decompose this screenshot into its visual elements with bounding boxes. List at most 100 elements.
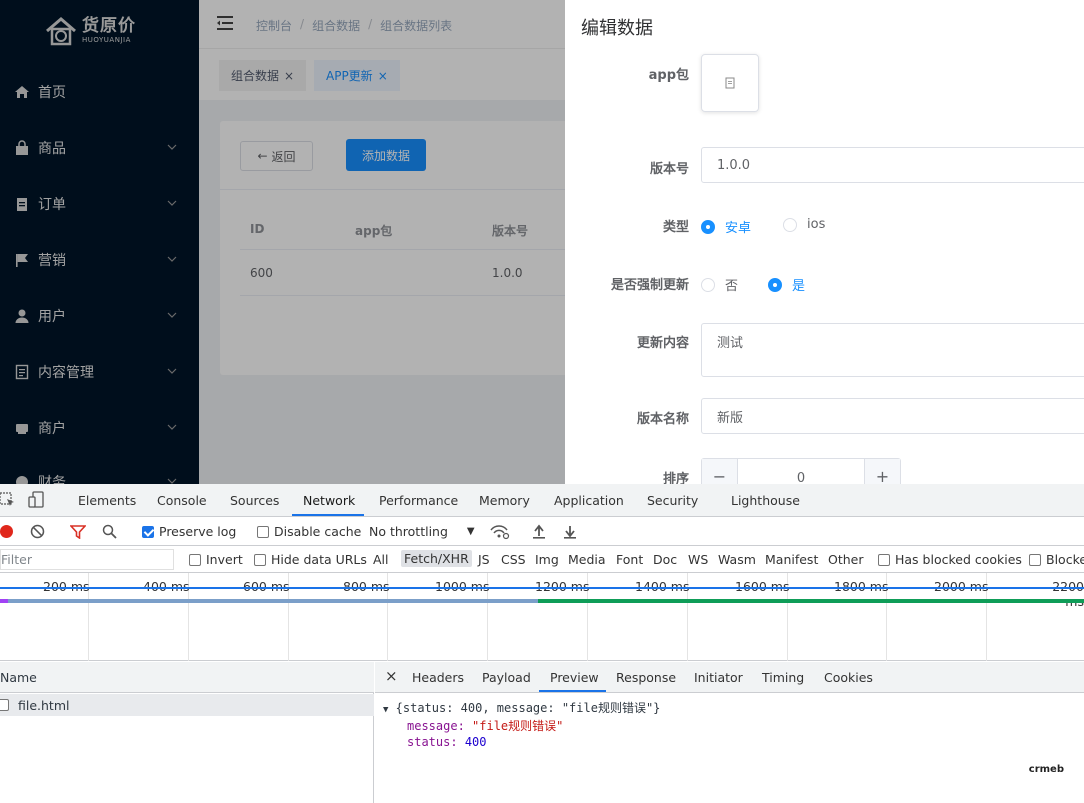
- inspect-element-icon[interactable]: [0, 492, 16, 508]
- radio-dot: [701, 219, 715, 234]
- timeline-bar-stalled: [0, 599, 8, 603]
- tab-lighthouse[interactable]: Lighthouse: [731, 493, 800, 508]
- checkbox-unchecked: [257, 525, 269, 538]
- version-input[interactable]: 1.0.0: [701, 147, 1084, 183]
- blocked-cookies-checkbox[interactable]: Has blocked cookies: [878, 552, 1022, 567]
- devtools-tabbar: Elements Console Sources Network Perform…: [0, 484, 1084, 517]
- timeline-bar-download: [538, 599, 1084, 603]
- disable-cache-checkbox[interactable]: Disable cache: [257, 524, 361, 539]
- json-property-status: status: 400: [407, 735, 487, 749]
- json-summary: {status: 400, message: "file规则错误"}: [395, 701, 661, 715]
- request-detail: × Headers Payload Preview Response Initi…: [375, 662, 1084, 803]
- filter-type-other[interactable]: Other: [828, 552, 864, 567]
- timeline-bar-waiting: [8, 599, 538, 603]
- increment-button[interactable]: +: [864, 459, 900, 484]
- json-preview-root[interactable]: ▼ {status: 400, message: "file规则错误"}: [383, 699, 660, 716]
- filter-input[interactable]: Filter: [0, 549, 174, 570]
- throttling-select[interactable]: No throttling ▼: [369, 524, 475, 539]
- filter-type-js[interactable]: JS: [478, 552, 490, 567]
- update-content-textarea[interactable]: 测试: [701, 323, 1084, 377]
- tab-preview[interactable]: Preview: [550, 670, 599, 685]
- tab-headers[interactable]: Headers: [412, 670, 464, 685]
- timeline-label: 2200 ms: [1034, 579, 1084, 609]
- checkbox-unchecked: [254, 553, 266, 566]
- field-label-app-package: app包: [648, 68, 689, 83]
- preserve-log-checkbox[interactable]: Preserve log: [142, 524, 236, 539]
- filter-icon[interactable]: [70, 525, 86, 539]
- filter-type-font[interactable]: Font: [616, 552, 643, 567]
- radio-force-yes[interactable]: 是: [768, 275, 805, 294]
- clear-icon[interactable]: [30, 524, 45, 539]
- filter-type-media[interactable]: Media: [568, 552, 606, 567]
- checkbox-unchecked: [189, 553, 201, 566]
- network-conditions-icon[interactable]: [490, 524, 510, 540]
- crmeb-watermark: crmeb: [1028, 764, 1064, 775]
- field-label-version: 版本号: [649, 162, 689, 177]
- checkbox-unchecked: [1029, 553, 1041, 566]
- tab-elements[interactable]: Elements: [78, 493, 136, 508]
- close-icon[interactable]: ×: [385, 667, 398, 685]
- json-property-message: message: "file规则错误": [407, 719, 564, 733]
- network-toolbar: Preserve log Disable cache No throttling…: [0, 517, 1084, 546]
- file-icon: [0, 699, 9, 711]
- invert-checkbox[interactable]: Invert: [189, 552, 243, 567]
- tab-security[interactable]: Security: [647, 493, 698, 508]
- field-label-version-name: 版本名称: [636, 412, 689, 427]
- tab-performance[interactable]: Performance: [379, 493, 458, 508]
- filter-type-wasm[interactable]: Wasm: [718, 552, 756, 567]
- active-tab-indicator: [539, 690, 606, 692]
- request-list: Name file.html: [0, 662, 374, 803]
- blocked-requests-checkbox[interactable]: Blocke: [1029, 552, 1084, 567]
- filter-type-all[interactable]: All: [373, 552, 389, 567]
- radio-dot: [701, 277, 715, 292]
- upload-icon[interactable]: [532, 524, 546, 539]
- version-name-input[interactable]: 新版: [701, 398, 1084, 434]
- tab-application[interactable]: Application: [554, 493, 624, 508]
- app-package-upload[interactable]: [701, 54, 759, 112]
- field-label-force-update: 是否强制更新: [610, 278, 689, 293]
- download-icon[interactable]: [563, 524, 577, 539]
- detail-tabbar: × Headers Payload Preview Response Initi…: [375, 662, 1084, 693]
- tab-initiator[interactable]: Initiator: [694, 670, 743, 685]
- hide-data-urls-checkbox[interactable]: Hide data URLs: [254, 552, 367, 567]
- field-label-type: 类型: [662, 220, 689, 235]
- network-filter-bar: Filter Invert Hide data URLs All Fetch/X…: [0, 546, 1084, 573]
- radio-android[interactable]: 安卓: [701, 217, 751, 236]
- tab-sources[interactable]: Sources: [230, 493, 279, 508]
- tab-response[interactable]: Response: [616, 670, 676, 685]
- file-icon: [725, 77, 735, 89]
- radio-dot: [768, 277, 782, 292]
- radio-force-no[interactable]: 否: [701, 275, 738, 294]
- sort-value[interactable]: 0: [738, 459, 864, 485]
- edit-drawer: 编辑数据 app包 版本号 1.0.0 类型 安卓 ios 是否强制更新 否 是…: [565, 0, 1084, 484]
- field-label-content: 更新内容: [636, 336, 689, 351]
- search-icon[interactable]: [102, 524, 117, 539]
- request-row[interactable]: file.html: [0, 694, 374, 716]
- expand-triangle-icon[interactable]: ▼: [383, 705, 388, 715]
- tab-memory[interactable]: Memory: [479, 493, 530, 508]
- timeline-marker: [0, 587, 1084, 589]
- request-name: file.html: [18, 697, 70, 713]
- record-icon[interactable]: [0, 525, 13, 538]
- column-header-name[interactable]: Name: [0, 662, 374, 693]
- tab-console[interactable]: Console: [157, 493, 207, 508]
- tab-payload[interactable]: Payload: [482, 670, 531, 685]
- devtools-panel: Elements Console Sources Network Perform…: [0, 484, 1084, 803]
- device-toolbar-icon[interactable]: [28, 491, 46, 509]
- field-label-sort: 排序: [662, 472, 689, 484]
- radio-ios[interactable]: ios: [783, 217, 825, 232]
- decrement-button[interactable]: −: [702, 459, 738, 484]
- filter-type-css[interactable]: CSS: [501, 552, 526, 567]
- checkbox-checked: [142, 525, 154, 538]
- filter-type-img[interactable]: Img: [535, 552, 559, 567]
- filter-type-doc[interactable]: Doc: [653, 552, 677, 567]
- radio-dot: [783, 217, 797, 232]
- network-timeline[interactable]: 200 ms 400 ms 600 ms 800 ms 1000 ms 1200…: [0, 573, 1084, 661]
- active-tab-indicator: [292, 514, 364, 516]
- filter-type-ws[interactable]: WS: [688, 552, 708, 567]
- filter-type-manifest[interactable]: Manifest: [765, 552, 818, 567]
- tab-timing[interactable]: Timing: [762, 670, 804, 685]
- tab-network[interactable]: Network: [303, 493, 355, 508]
- tab-cookies[interactable]: Cookies: [824, 670, 873, 685]
- filter-type-fetch-xhr[interactable]: Fetch/XHR: [401, 550, 472, 567]
